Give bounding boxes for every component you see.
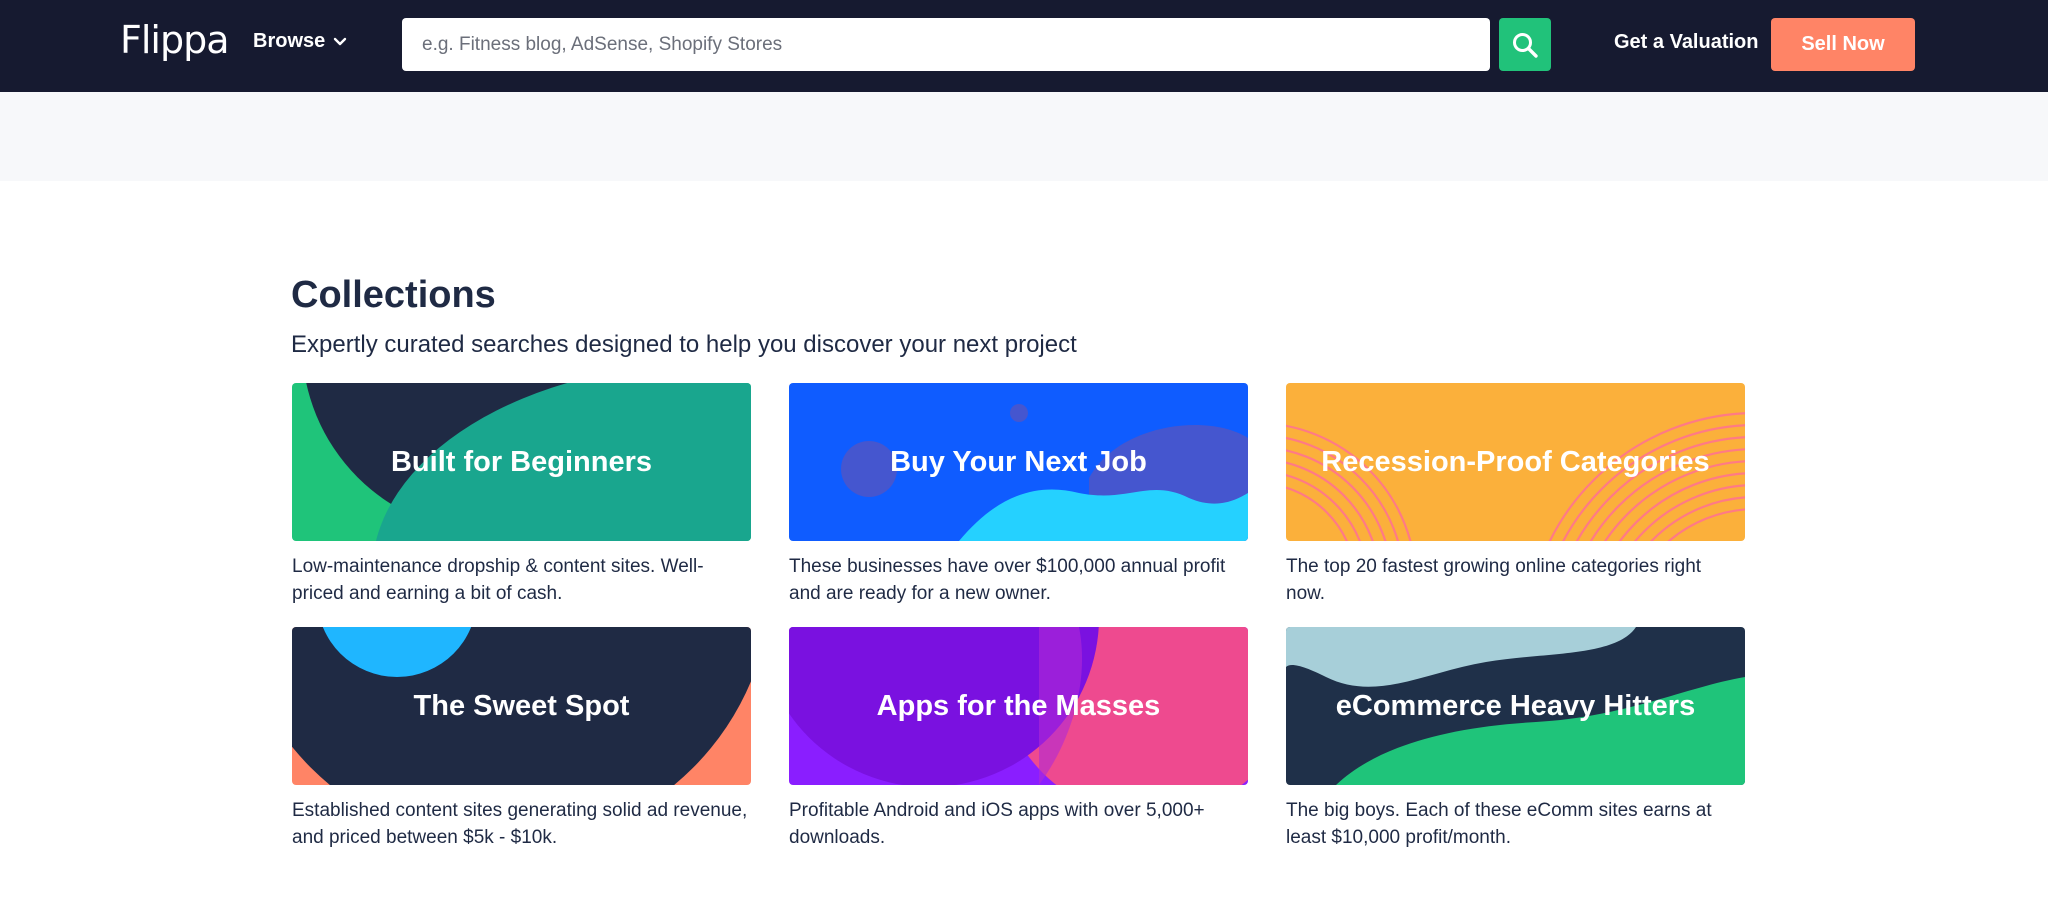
collection-description: The big boys. Each of these eComm sites …	[1286, 800, 1712, 848]
chevron-down-icon	[334, 37, 347, 45]
hero-band	[0, 92, 2048, 181]
search-input[interactable]	[402, 18, 1490, 71]
collection-banner[interactable]: Built for Beginners	[292, 383, 751, 541]
get-valuation-link[interactable]: Get a Valuation	[1614, 31, 1758, 54]
collection-banner[interactable]: Recession-Proof Categories	[1286, 383, 1745, 541]
collections-title: Collections	[291, 274, 496, 316]
collection-card-recession-proof[interactable]: Recession-Proof Categories The top 20 fa…	[1286, 383, 1745, 607]
collection-title: Built for Beginners	[390, 445, 652, 478]
flippa-logo[interactable]: Flippa	[120, 18, 230, 62]
collection-title: Buy Your Next Job	[890, 445, 1147, 478]
collection-description: Established content sites generating sol…	[292, 800, 748, 848]
collections-subtitle: Expertly curated searches designed to he…	[291, 331, 1077, 358]
collection-banner[interactable]: Apps for the Masses	[789, 627, 1248, 785]
collection-banner[interactable]: eCommerce Heavy Hitters	[1286, 627, 1745, 785]
collection-title: Apps for the Masses	[876, 689, 1161, 722]
collection-card-the-sweet-spot[interactable]: The Sweet Spot Established content sites…	[292, 627, 751, 851]
collection-card-ecommerce-heavy-hitters[interactable]: eCommerce Heavy Hitters The big boys. Ea…	[1286, 627, 1745, 851]
search-button[interactable]	[1499, 18, 1551, 71]
collection-card-apps-for-the-masses[interactable]: Apps for the Masses Profitable Android a…	[789, 627, 1248, 851]
collection-description: Profitable Android and iOS apps with ove…	[789, 800, 1205, 848]
browse-menu[interactable]: Browse	[253, 30, 347, 53]
collection-description: These businesses have over $100,000 annu…	[789, 556, 1226, 604]
collection-title: Recession-Proof Categories	[1321, 445, 1710, 478]
collection-description: The top 20 fastest growing online catego…	[1286, 556, 1702, 604]
collection-banner[interactable]: Buy Your Next Job	[789, 383, 1248, 541]
collection-title: eCommerce Heavy Hitters	[1335, 689, 1696, 722]
sell-now-button[interactable]: Sell Now	[1771, 18, 1915, 71]
browse-label: Browse	[253, 30, 326, 52]
search-icon	[1513, 32, 1538, 58]
collection-title: The Sweet Spot	[413, 689, 630, 722]
collection-description: Low-maintenance dropship & content sites…	[292, 556, 704, 604]
collection-banner[interactable]: The Sweet Spot	[292, 627, 751, 785]
collection-card-built-for-beginners[interactable]: Built for Beginners Low-maintenance drop…	[292, 383, 751, 607]
top-navbar: Flippa Browse Get a Valuation Sell Now	[0, 0, 2048, 92]
collection-card-buy-your-next-job[interactable]: Buy Your Next Job These businesses have …	[789, 383, 1248, 607]
